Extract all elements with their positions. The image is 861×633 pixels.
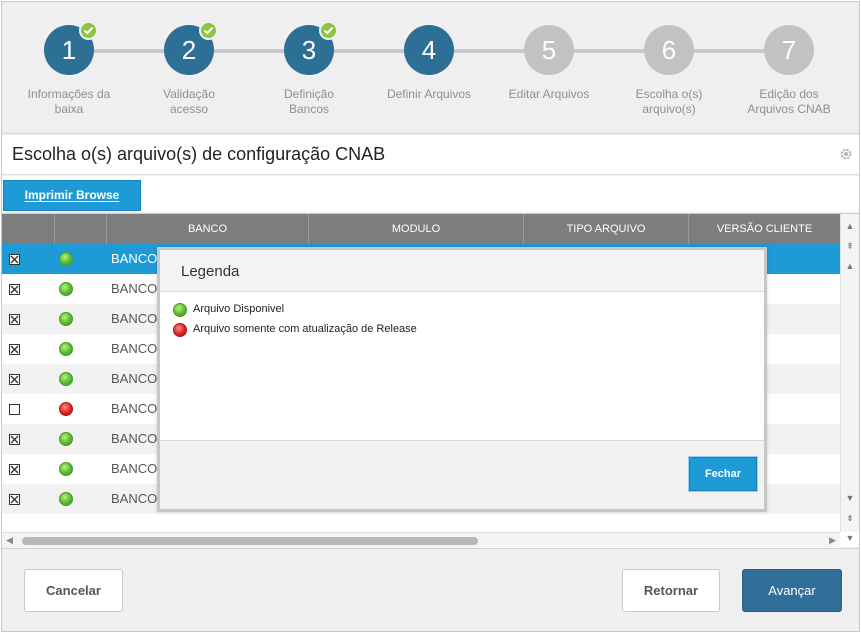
column-header-modulo[interactable]: MODULO xyxy=(309,214,524,244)
status-green-icon xyxy=(173,303,187,317)
step-3-label-line1: Definição xyxy=(283,87,335,101)
bank-cell: BANCO xyxy=(111,311,158,326)
column-header-banco[interactable]: BANCO xyxy=(107,214,309,244)
column-header-status[interactable] xyxy=(55,214,107,244)
row-checkbox[interactable] xyxy=(9,404,20,415)
status-green-icon xyxy=(59,492,73,506)
step-2-label: Validação acesso xyxy=(134,87,244,117)
status-red-icon xyxy=(59,402,73,416)
step-3-label-line2: Bancos xyxy=(288,102,330,116)
status-red-icon xyxy=(173,323,187,337)
bank-cell: BANCO xyxy=(111,401,158,416)
grid-header: BANCO MODULO TIPO ARQUIVO VERSÃO CLIENTE xyxy=(2,214,840,244)
column-header-versao-cliente[interactable]: VERSÃO CLIENTE xyxy=(689,214,840,244)
check-icon xyxy=(79,21,98,40)
step-2-label-line1: Validação xyxy=(163,87,215,101)
step-6-label-line2: arquivo(s) xyxy=(642,102,696,116)
status-green-icon xyxy=(59,312,73,326)
legend-text: Arquivo Disponivel xyxy=(193,303,285,315)
status-green-icon xyxy=(59,282,73,296)
bank-cell: BANCO xyxy=(111,431,158,446)
gear-icon[interactable] xyxy=(839,147,853,161)
row-checkbox[interactable] xyxy=(9,374,20,385)
step-1-label-line1: Informações da xyxy=(27,87,111,101)
back-button[interactable]: Retornar xyxy=(622,569,720,612)
row-checkbox[interactable] xyxy=(9,344,20,355)
bank-cell: BANCO xyxy=(111,281,158,296)
scroll-page-down-icon[interactable]: ⇟ xyxy=(844,512,856,524)
column-header-check[interactable] xyxy=(2,214,55,244)
bank-cell: BANCO xyxy=(111,371,158,386)
dialog-footer: Fechar xyxy=(160,440,764,509)
check-icon xyxy=(319,21,338,40)
bank-cell: BANCO xyxy=(111,461,158,476)
step-4-label-line1: Definir Arquivos xyxy=(386,87,472,101)
step-3-label: Definição Bancos xyxy=(254,87,364,117)
cancel-button[interactable]: Cancelar xyxy=(24,569,123,612)
step-6-label: Escolha o(s) arquivo(s) xyxy=(614,87,724,117)
scroll-bottom-icon[interactable]: ▼ xyxy=(844,532,856,544)
step-7-label-line1: Edição dos xyxy=(759,87,819,101)
step-1-label: Informações da baixa xyxy=(14,87,124,117)
bank-cell: BANCO xyxy=(111,491,158,506)
step-5-number: 5 xyxy=(524,25,574,75)
step-7-label-line2: Arquivos CNAB xyxy=(747,102,831,116)
scroll-down-icon[interactable]: ▼ xyxy=(844,492,856,504)
dialog-title: Legenda xyxy=(181,263,240,280)
column-header-tipo-arquivo[interactable]: TIPO ARQUIVO xyxy=(524,214,689,244)
step-1-label-line2: baixa xyxy=(54,102,84,116)
step-7-label: Edição dos Arquivos CNAB xyxy=(734,87,844,117)
status-green-icon xyxy=(59,342,73,356)
dialog-header: Legenda xyxy=(160,250,764,292)
step-2-label-line2: acesso xyxy=(169,102,209,116)
scroll-top-icon[interactable]: ▲ xyxy=(844,220,856,232)
step-6-number: 6 xyxy=(644,25,694,75)
scroll-page-up-icon[interactable]: ⇞ xyxy=(844,240,856,252)
step-7-number: 7 xyxy=(764,25,814,75)
step-5-label-line1: Editar Arquivos xyxy=(508,87,590,101)
next-button[interactable]: Avançar xyxy=(742,569,842,612)
print-browse-button[interactable]: Imprimir Browse xyxy=(3,180,141,211)
wizard-stepper: 1 Informações da baixa 2 Validação acesso … xyxy=(2,2,859,134)
row-checkbox[interactable] xyxy=(9,464,20,475)
row-checkbox[interactable] xyxy=(9,314,20,325)
grid-toolbar: Imprimir Browse xyxy=(2,176,859,212)
row-checkbox[interactable] xyxy=(9,284,20,295)
bank-cell: BANCO xyxy=(111,251,158,266)
row-checkbox[interactable] xyxy=(9,494,20,505)
status-green-icon xyxy=(59,372,73,386)
legend-text: Arquivo somente com atualização de Relea… xyxy=(193,323,417,335)
check-icon xyxy=(199,21,218,40)
status-green-icon xyxy=(59,252,73,266)
scroll-right-icon[interactable]: ▶ xyxy=(829,535,836,546)
wizard-window: 1 Informações da baixa 2 Validação acesso … xyxy=(1,1,860,632)
bank-cell: BANCO xyxy=(111,341,158,356)
scroll-left-icon[interactable]: ◀ xyxy=(6,535,13,546)
horizontal-scroll-thumb[interactable] xyxy=(22,537,478,545)
row-checkbox[interactable] xyxy=(9,254,20,265)
status-green-icon xyxy=(59,432,73,446)
page-title: Escolha o(s) arquivo(s) de configuração … xyxy=(12,144,386,164)
row-checkbox[interactable] xyxy=(9,434,20,445)
step-4-label: Definir Arquivos xyxy=(374,87,484,102)
section-header: Escolha o(s) arquivo(s) de configuração … xyxy=(2,135,859,175)
scroll-up-icon[interactable]: ▲ xyxy=(844,260,856,272)
close-button[interactable]: Fechar xyxy=(689,457,757,491)
step-5-label: Editar Arquivos xyxy=(494,87,604,102)
step-4-number: 4 xyxy=(404,25,454,75)
legend-dialog: Legenda Arquivo Disponivel Arquivo somen… xyxy=(157,247,767,512)
horizontal-scrollbar[interactable]: ◀ ▶ xyxy=(2,532,840,548)
vertical-scrollbar[interactable]: ▲ ⇞ ▲ ▼ ⇟ ▼ xyxy=(840,214,859,543)
status-green-icon xyxy=(59,462,73,476)
step-6-label-line1: Escolha o(s) xyxy=(635,87,703,101)
wizard-footer: Cancelar Retornar Avançar xyxy=(2,548,859,631)
